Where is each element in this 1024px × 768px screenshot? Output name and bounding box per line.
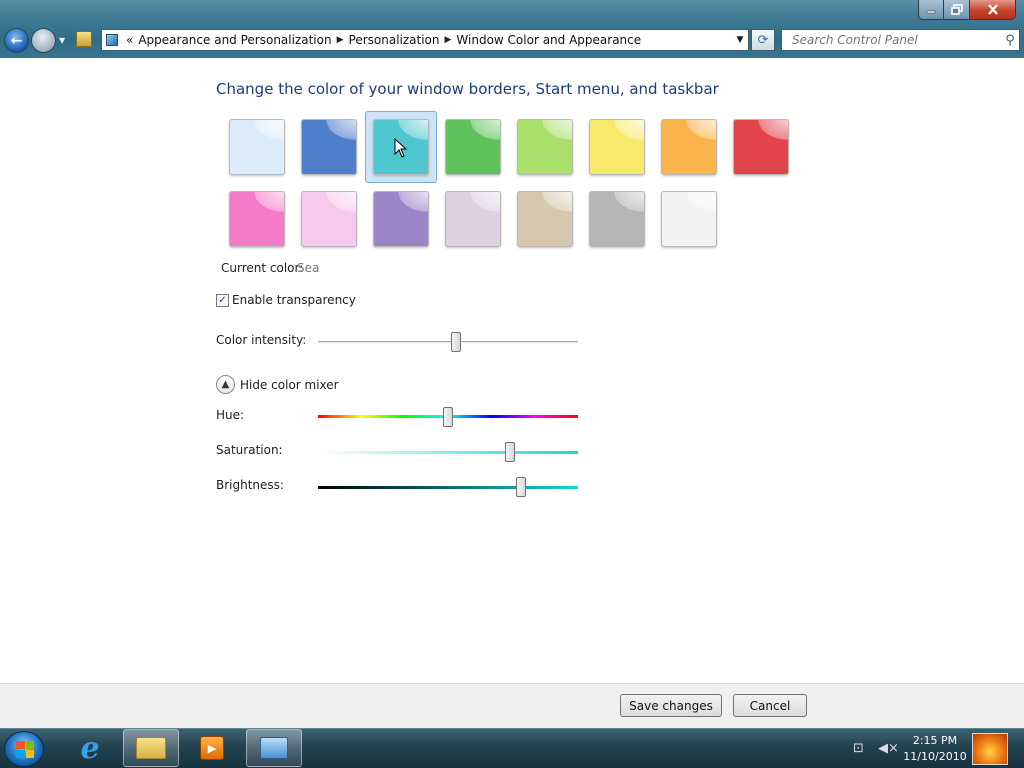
hue-slider-thumb[interactable]: [443, 407, 453, 427]
swatch-gloss: [230, 192, 284, 246]
refresh-button[interactable]: ⟳: [751, 29, 775, 51]
color-swatch-pumpkin[interactable]: [661, 119, 717, 175]
color-swatch-frost[interactable]: [661, 191, 717, 247]
swatch-gloss: [302, 120, 356, 174]
arrow-left-icon: ←: [10, 32, 23, 49]
clock-time: 2:15 PM: [912, 734, 958, 747]
chevron-right-icon[interactable]: ▶: [337, 35, 344, 45]
breadcrumb-personalization[interactable]: Personalization: [349, 33, 440, 47]
swatch-gloss: [374, 192, 428, 246]
taskbar-windows-explorer[interactable]: [123, 729, 179, 767]
chevron-down-icon[interactable]: ▼: [732, 35, 748, 45]
hue-label: Hue:: [216, 408, 245, 422]
restore-icon: [950, 4, 963, 15]
taskbar-media-player[interactable]: ▶: [184, 729, 240, 767]
search-icon[interactable]: ⚲: [1001, 33, 1019, 48]
swatch-gloss: [662, 120, 716, 174]
save-changes-button[interactable]: Save changes: [620, 694, 722, 717]
taskbar-internet-explorer[interactable]: e: [62, 729, 118, 767]
color-swatch-lime[interactable]: [517, 119, 573, 175]
mixer-toggle-button[interactable]: ▲: [216, 375, 235, 394]
intensity-slider-track[interactable]: [318, 341, 578, 343]
color-swatch-lemon[interactable]: [589, 119, 645, 175]
current-color-label: Current color:: [221, 261, 304, 275]
transparency-label[interactable]: Enable transparency: [232, 293, 356, 307]
saturation-slider-track[interactable]: [318, 451, 578, 454]
windows-logo-icon: [16, 741, 34, 758]
saturation-slider-thumb[interactable]: [505, 442, 516, 462]
network-icon[interactable]: ⊡: [853, 741, 864, 756]
show-desktop-button[interactable]: [972, 733, 1008, 765]
cancel-button[interactable]: Cancel: [733, 694, 807, 717]
window-frame: ← ▼ « Appearance and Personalization ▶ P…: [0, 0, 1024, 58]
intensity-label: Color intensity:: [216, 333, 307, 347]
recent-pages-dropdown[interactable]: ▼: [59, 36, 65, 45]
up-folder-icon[interactable]: [76, 31, 92, 47]
refresh-icon: ⟳: [757, 32, 769, 48]
swatch-gloss: [446, 192, 500, 246]
swatch-gloss: [734, 120, 788, 174]
breadcrumb-appearance[interactable]: Appearance and Personalization: [138, 33, 331, 47]
minimize-button[interactable]: [918, 0, 944, 20]
mixer-toggle-label[interactable]: Hide color mixer: [240, 378, 339, 392]
swatch-gloss: [590, 192, 644, 246]
brightness-label: Brightness:: [216, 478, 284, 492]
maximize-button[interactable]: [944, 0, 970, 20]
brightness-slider-track[interactable]: [318, 486, 578, 489]
swatch-gloss: [446, 120, 500, 174]
clock-date: 11/10/2010: [903, 750, 967, 763]
color-swatch-violet[interactable]: [373, 191, 429, 247]
close-button[interactable]: [970, 0, 1016, 20]
color-swatch-lavender[interactable]: [445, 191, 501, 247]
internet-explorer-icon: e: [80, 730, 100, 766]
chevron-right-icon[interactable]: ▶: [445, 35, 452, 45]
mouse-cursor-icon: [394, 138, 408, 158]
color-swatch-chocolate[interactable]: [589, 191, 645, 247]
color-swatch-leaf[interactable]: [445, 119, 501, 175]
windows-explorer-icon: [136, 737, 166, 759]
color-swatch-fuchsia[interactable]: [229, 191, 285, 247]
breadcrumb-window-color[interactable]: Window Color and Appearance: [456, 33, 641, 47]
search-box[interactable]: ⚲: [781, 29, 1020, 51]
breadcrumb-overflow[interactable]: «: [126, 33, 133, 47]
color-swatch-ruby[interactable]: [733, 119, 789, 175]
color-swatch-sky[interactable]: [229, 119, 285, 175]
swatch-gloss: [302, 192, 356, 246]
color-swatch-blush[interactable]: [301, 191, 357, 247]
control-panel-icon: [106, 34, 118, 46]
minimize-icon: [926, 10, 936, 13]
dialog-footer: [0, 683, 1024, 728]
chevron-up-icon: ▲: [221, 379, 230, 390]
swatch-gloss: [662, 192, 716, 246]
current-color-value: Sea: [297, 261, 320, 275]
start-button[interactable]: [4, 731, 44, 767]
page-title: Change the color of your window borders,…: [216, 80, 719, 98]
caption-buttons: [918, 0, 1018, 20]
brightness-slider-thumb[interactable]: [515, 477, 526, 497]
address-bar[interactable]: « Appearance and Personalization ▶ Perso…: [101, 29, 749, 51]
color-swatch-taupe[interactable]: [517, 191, 573, 247]
swatch-gloss: [518, 192, 572, 246]
volume-muted-icon[interactable]: ◀×: [878, 741, 899, 756]
close-icon: [987, 4, 998, 15]
forward-button[interactable]: [31, 28, 56, 53]
control-panel-icon: [260, 737, 288, 759]
back-button[interactable]: ←: [4, 28, 29, 53]
taskbar-clock[interactable]: 2:15 PM 11/10/2010: [900, 733, 970, 765]
intensity-slider-thumb[interactable]: [450, 332, 461, 352]
search-input[interactable]: [790, 32, 1001, 48]
swatch-gloss: [590, 120, 644, 174]
swatch-gloss: [518, 120, 572, 174]
windows-media-player-icon: ▶: [200, 736, 224, 760]
transparency-checkbox[interactable]: ✓: [216, 294, 229, 307]
color-swatch-twilight[interactable]: [301, 119, 357, 175]
swatch-gloss: [230, 120, 284, 174]
taskbar-control-panel[interactable]: [246, 729, 302, 767]
saturation-label: Saturation:: [216, 443, 283, 457]
